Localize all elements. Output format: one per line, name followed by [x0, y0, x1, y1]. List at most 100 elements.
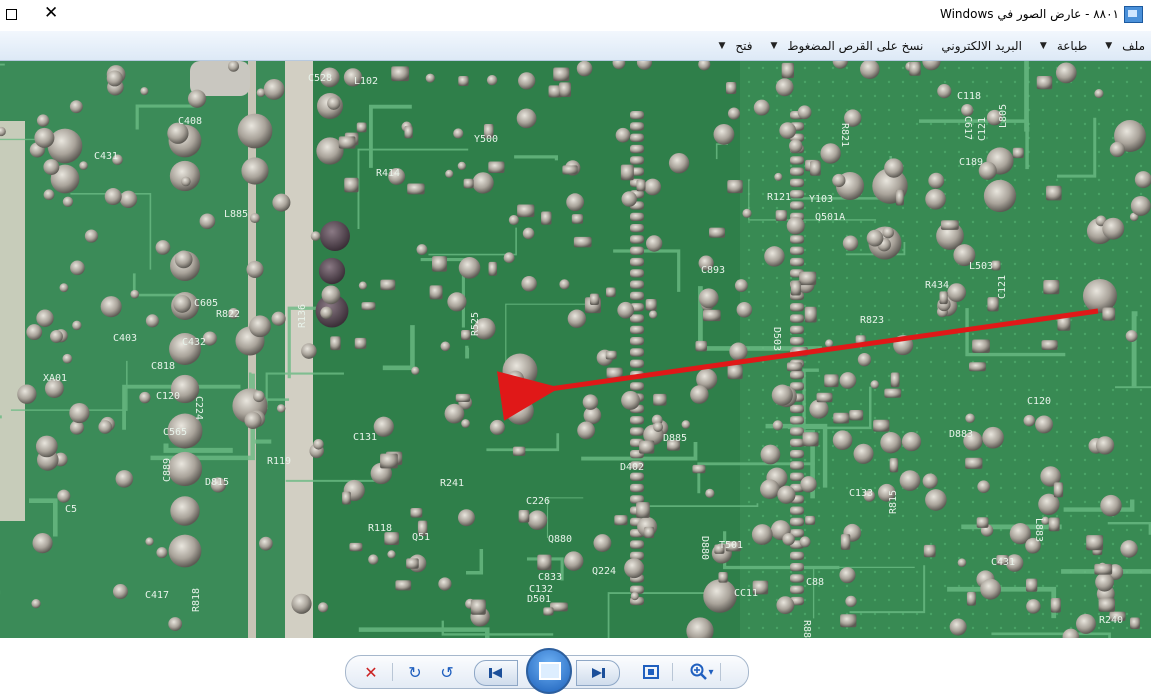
image-view[interactable]: D880 R881 L883 Q880 D883 C893 L885 D815 R815 R414…	[0, 61, 1151, 638]
menu-file[interactable]: ملف ▼	[1099, 35, 1151, 57]
solder-pad	[853, 443, 874, 464]
smd-pad	[939, 291, 948, 305]
solder-pad	[241, 157, 269, 185]
smd-pad	[786, 362, 802, 372]
solder-pad	[577, 421, 596, 440]
smd-pad	[884, 388, 902, 398]
solder-pad	[621, 191, 637, 207]
solder-pad	[516, 108, 537, 129]
solder-pad	[156, 547, 168, 559]
smd-pad	[1098, 598, 1115, 612]
actual-size-icon	[643, 665, 659, 679]
solder-pad	[139, 391, 151, 404]
smd-pad	[799, 271, 817, 286]
menu-burn[interactable]: نسخ على القرص المضغوط ▼	[764, 35, 929, 57]
solder-pad	[567, 309, 587, 328]
solder-pad	[98, 420, 113, 434]
solder-pad	[630, 592, 639, 601]
maximize-button[interactable]	[6, 9, 17, 20]
ic-pin	[790, 303, 804, 312]
solder-pad	[489, 419, 505, 435]
solder-pad	[1130, 195, 1151, 216]
silkscreen-label: C403	[113, 333, 137, 344]
solder-pad	[1094, 89, 1104, 99]
actual-size-button[interactable]	[640, 662, 662, 682]
solder-pad	[593, 534, 612, 552]
slideshow-button[interactable]	[526, 648, 572, 694]
silkscreen-label: C818	[151, 361, 175, 372]
delete-x-icon[interactable]: ✕	[360, 662, 382, 682]
solder-pad	[705, 488, 715, 498]
title-bar: ✕ ٨٨٠١ - عارض الصور في Windows	[0, 0, 1151, 31]
silkscreen-label: C408	[178, 116, 202, 127]
toolbar-separator	[720, 663, 721, 681]
smd-pad	[605, 287, 616, 298]
ic-pin	[790, 167, 804, 176]
ic-pin	[630, 156, 644, 165]
solder-pad	[199, 213, 216, 230]
silkscreen-label: R434	[925, 280, 949, 291]
solder-pad	[104, 188, 122, 206]
menu-print[interactable]: طباعة ▼	[1034, 35, 1093, 57]
smd-pad	[562, 165, 578, 175]
solder-pad	[799, 536, 811, 548]
smd-pad	[517, 204, 535, 218]
solder-pad	[321, 285, 341, 305]
silkscreen-label: C226	[526, 496, 550, 507]
solder-pad	[310, 231, 321, 241]
smd-pad	[380, 279, 396, 291]
smd-pad	[645, 299, 657, 311]
ic-pin	[630, 325, 644, 334]
solder-pad	[49, 329, 63, 343]
solder-pad	[59, 283, 69, 293]
silkscreen-label: C417	[145, 590, 169, 601]
navigation-toolbar: ✕ ↻ ↺ ▾	[345, 648, 749, 694]
silkscreen-label: C118	[957, 91, 981, 102]
ic-pin	[630, 212, 644, 221]
silkscreen-label: C133	[849, 488, 873, 499]
silkscreen-label: C565	[163, 427, 187, 438]
solder-pad	[327, 96, 341, 110]
solder-pad	[703, 579, 737, 613]
solder-pad	[320, 221, 350, 251]
ic-pin	[790, 156, 804, 165]
smd-pad	[968, 362, 986, 372]
close-button[interactable]: ✕	[44, 3, 58, 23]
ic-pin	[790, 337, 804, 346]
solder-pad	[820, 143, 841, 164]
smd-pad	[571, 214, 584, 224]
solder-pad	[1023, 414, 1036, 427]
solder-pad	[653, 422, 664, 432]
rotate-clockwise-icon[interactable]: ↻	[404, 662, 426, 682]
solder-pad	[313, 438, 324, 450]
solder-pad	[440, 341, 451, 352]
smd-pad	[407, 183, 425, 195]
ic-pin	[630, 427, 644, 436]
next-button[interactable]	[576, 660, 620, 686]
silkscreen-label: R822	[216, 309, 240, 320]
solder-pad	[228, 61, 240, 72]
solder-pad	[648, 310, 658, 319]
smd-pad	[488, 161, 505, 174]
solder-pad	[882, 226, 894, 239]
solder-pad	[17, 384, 37, 404]
solder-pad	[115, 470, 134, 488]
solder-pad	[925, 188, 946, 210]
previous-button[interactable]	[474, 660, 518, 686]
menu-open[interactable]: فتح ▼	[712, 35, 758, 57]
ic-pin	[790, 585, 804, 594]
solder-pad	[301, 343, 317, 359]
solder-pad	[764, 246, 785, 267]
silkscreen-label: D880	[699, 536, 710, 560]
solder-pad	[1075, 613, 1096, 634]
zoom-button[interactable]: ▾	[686, 662, 718, 682]
solder-pad	[1120, 540, 1138, 558]
smd-pad	[873, 419, 890, 432]
solder-pad	[884, 158, 904, 178]
silkscreen-label: R815	[888, 490, 899, 514]
rotate-counterclockwise-icon[interactable]: ↺	[436, 662, 458, 682]
solder-pad	[1095, 572, 1114, 592]
menu-email[interactable]: البريد الالكتروني	[935, 35, 1028, 57]
solder-pad	[771, 384, 793, 406]
smd-pad	[966, 591, 976, 606]
